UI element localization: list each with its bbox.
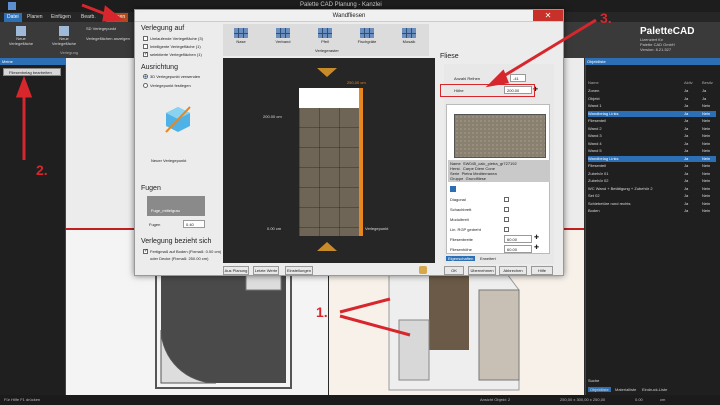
callout-1: 1. [316, 304, 328, 320]
callout-3: 3. [600, 10, 612, 26]
callout-2: 2. [36, 162, 48, 178]
annotation-arrows [15, 3, 597, 337]
